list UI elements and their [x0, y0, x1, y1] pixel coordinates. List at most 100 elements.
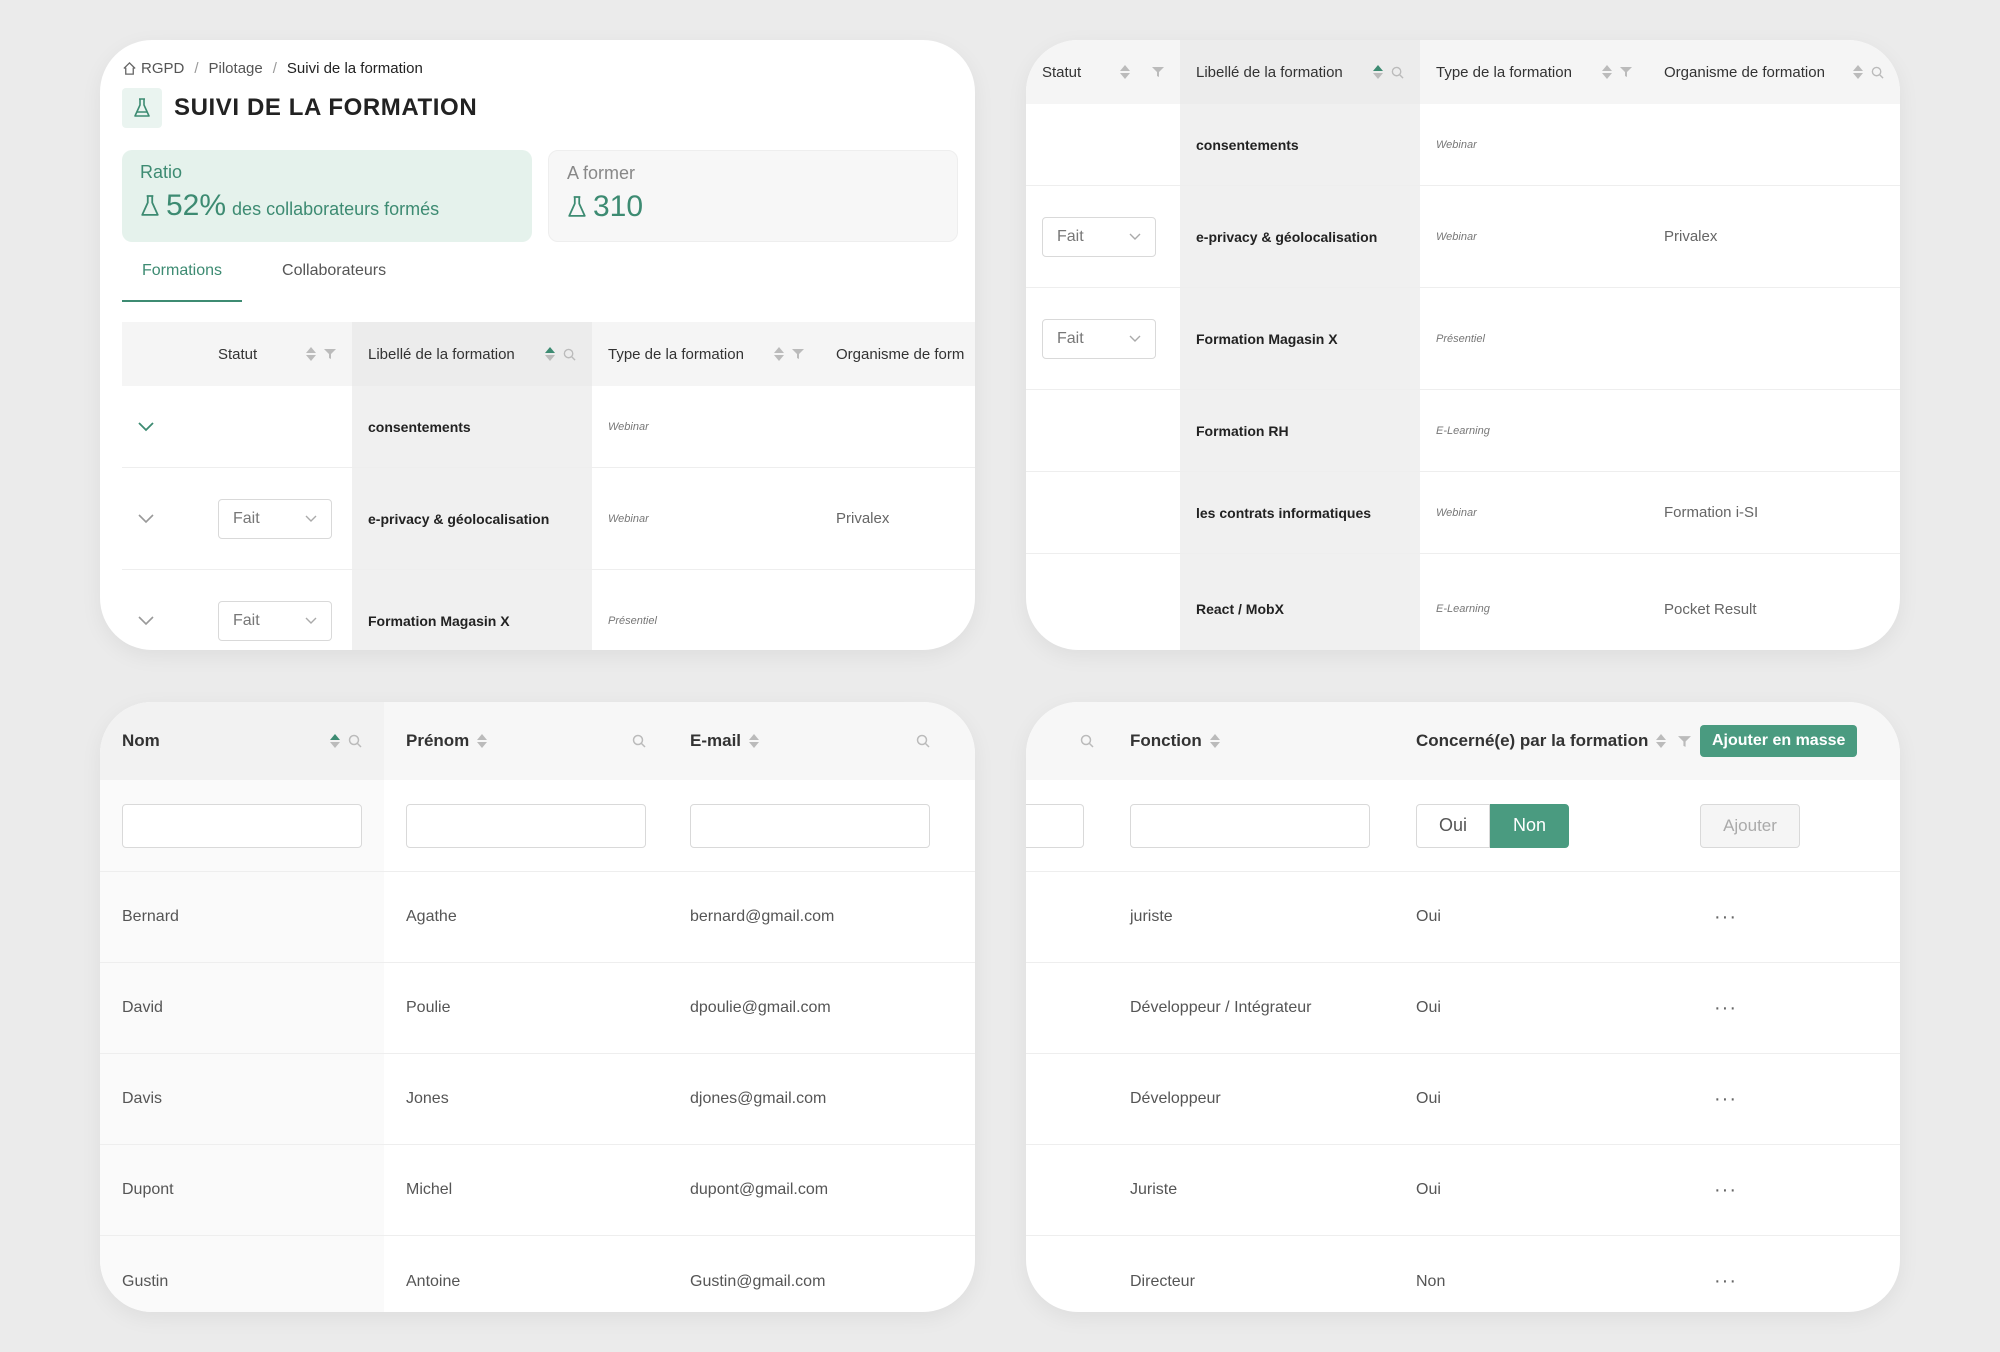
table-row[interactable]: consentements Webinar [1026, 104, 1900, 186]
search-icon[interactable] [1080, 734, 1094, 748]
type-cell: E-Learning [1436, 424, 1490, 437]
sort-icon[interactable] [545, 347, 555, 361]
table-row[interactable]: React / MobX E-Learning Pocket Result [1026, 554, 1900, 650]
table-row[interactable]: Fait Formation Magasin X Présentiel [1026, 288, 1900, 390]
breadcrumb-item-current: Suivi de la formation [286, 60, 423, 77]
filter-icon[interactable] [1678, 735, 1692, 748]
table-row[interactable]: Juriste Oui ··· [1026, 1145, 1900, 1236]
formations-table: Statut Libellé de la formation Type de l… [1026, 40, 1900, 650]
column-header-organisme[interactable]: Organisme de formation [1648, 40, 1900, 104]
formation-overview-card: RGPD / Pilotage / Suivi de la formation … [100, 40, 975, 650]
table-row[interactable]: Fait Formation Magasin X Présentiel [122, 570, 975, 650]
sort-icon[interactable] [477, 734, 488, 748]
more-actions-icon[interactable]: ··· [1714, 1270, 1737, 1293]
search-icon[interactable] [916, 734, 930, 748]
tab-formations[interactable]: Formations [122, 262, 243, 302]
expand-cell[interactable] [122, 570, 202, 650]
expand-cell[interactable] [122, 468, 202, 569]
fonction-filter-input[interactable] [1130, 803, 1370, 848]
column-header-organisme[interactable]: Organisme de form [820, 322, 975, 386]
column-header-fonction[interactable]: Fonction [1108, 702, 1394, 780]
libelle-cell: les contrats informatiques [1180, 472, 1420, 553]
table-row[interactable]: Gustin Antoine Gustin@gmail.com [100, 1236, 975, 1312]
chevron-down-icon[interactable] [138, 513, 154, 524]
column-header-statut[interactable]: Statut [1026, 40, 1180, 104]
table-row[interactable]: Développeur Oui ··· [1026, 1054, 1900, 1145]
search-icon[interactable] [1391, 66, 1404, 79]
column-header-email[interactable]: E-mail [668, 702, 952, 780]
nom-filter-input[interactable] [122, 803, 362, 848]
statut-select[interactable]: Fait [218, 498, 332, 539]
email-filter-input[interactable] [1026, 803, 1084, 848]
table-row[interactable]: consentements Webinar [122, 386, 975, 468]
organisme-cell [820, 386, 975, 467]
sort-icon[interactable] [1120, 65, 1130, 79]
expand-cell[interactable] [122, 386, 202, 467]
ajouter-button[interactable]: Ajouter [1700, 803, 1800, 848]
column-header-nom[interactable]: Nom [100, 702, 384, 780]
statut-select[interactable]: Fait [1042, 318, 1156, 359]
search-icon[interactable] [632, 734, 646, 748]
breadcrumb-item-pilotage[interactable]: Pilotage [209, 60, 263, 77]
table-row[interactable]: Fait e-privacy & géolocalisation Webinar… [1026, 186, 1900, 288]
column-header-libelle[interactable]: Libellé de la formation [1180, 40, 1420, 104]
sort-icon[interactable] [1602, 65, 1612, 79]
sort-icon[interactable] [1853, 65, 1863, 79]
organisme-cell [1648, 288, 1900, 389]
toggle-oui[interactable]: Oui [1416, 803, 1491, 848]
prenom-cell: Michel [406, 1181, 453, 1198]
ajouter-en-masse-button[interactable]: Ajouter en masse [1700, 725, 1858, 757]
column-header-libelle[interactable]: Libellé de la formation [352, 322, 592, 386]
breadcrumb-item-rgpd[interactable]: RGPD [122, 60, 184, 77]
column-header-prenom[interactable]: Prénom [384, 702, 668, 780]
more-actions-icon[interactable]: ··· [1714, 1179, 1737, 1202]
table-row[interactable]: juriste Oui ··· [1026, 872, 1900, 963]
table-row[interactable]: Davis Jones djones@gmail.com [100, 1054, 975, 1145]
sort-icon[interactable] [749, 734, 760, 748]
column-header-concerne[interactable]: Concerné(e) par la formation [1394, 702, 1700, 780]
table-row[interactable]: Bernard Agathe bernard@gmail.com [100, 872, 975, 963]
table-row[interactable]: Directeur Non ··· [1026, 1236, 1900, 1312]
more-actions-icon[interactable]: ··· [1714, 1088, 1737, 1111]
tab-collaborateurs[interactable]: Collaborateurs [262, 262, 406, 302]
column-header-type[interactable]: Type de la formation [1420, 40, 1648, 104]
column-header-type[interactable]: Type de la formation [592, 322, 820, 386]
column-header-statut[interactable]: Statut [202, 322, 352, 386]
email-cell: dupont@gmail.com [690, 1181, 829, 1198]
filter-cell [384, 780, 668, 871]
libelle-cell: e-privacy & géolocalisation [1180, 186, 1420, 287]
select-value: Fait [233, 509, 260, 527]
filter-icon[interactable] [324, 348, 336, 360]
email-filter-input[interactable] [690, 803, 930, 848]
table-row[interactable]: Dupont Michel dupont@gmail.com [100, 1145, 975, 1236]
a-former-label: A former [567, 163, 636, 183]
statut-select[interactable]: Fait [1042, 216, 1156, 257]
toggle-non[interactable]: Non [1490, 803, 1570, 848]
sort-icon[interactable] [1373, 65, 1383, 79]
prenom-filter-input[interactable] [406, 803, 646, 848]
filter-icon[interactable] [792, 348, 804, 360]
sort-icon[interactable] [306, 347, 316, 361]
table-row[interactable]: Développeur / Intégrateur Oui ··· [1026, 963, 1900, 1054]
concerne-cell: Oui [1416, 1090, 1441, 1107]
filter-icon[interactable] [1620, 66, 1632, 78]
sort-icon[interactable] [330, 734, 340, 748]
search-icon[interactable] [348, 734, 362, 748]
chevron-down-icon[interactable] [138, 616, 154, 626]
select-value: Fait [233, 612, 260, 629]
search-icon[interactable] [1871, 66, 1884, 79]
more-actions-icon[interactable]: ··· [1714, 906, 1737, 929]
table-row[interactable]: Formation RH E-Learning [1026, 390, 1900, 472]
table-row[interactable]: David Poulie dpoulie@gmail.com [100, 963, 975, 1054]
more-actions-icon[interactable]: ··· [1714, 997, 1737, 1020]
sort-icon[interactable] [774, 347, 784, 361]
statut-cell [1026, 472, 1180, 553]
table-row[interactable]: les contrats informatiques Webinar Forma… [1026, 472, 1900, 554]
search-icon[interactable] [563, 348, 576, 361]
sort-icon[interactable] [1656, 734, 1667, 748]
statut-select[interactable]: Fait [218, 601, 332, 641]
chevron-down-icon[interactable] [138, 421, 154, 432]
table-row[interactable]: Fait e-privacy & géolocalisation Webinar… [122, 468, 975, 570]
sort-icon[interactable] [1209, 734, 1220, 748]
filter-icon[interactable] [1152, 66, 1164, 78]
